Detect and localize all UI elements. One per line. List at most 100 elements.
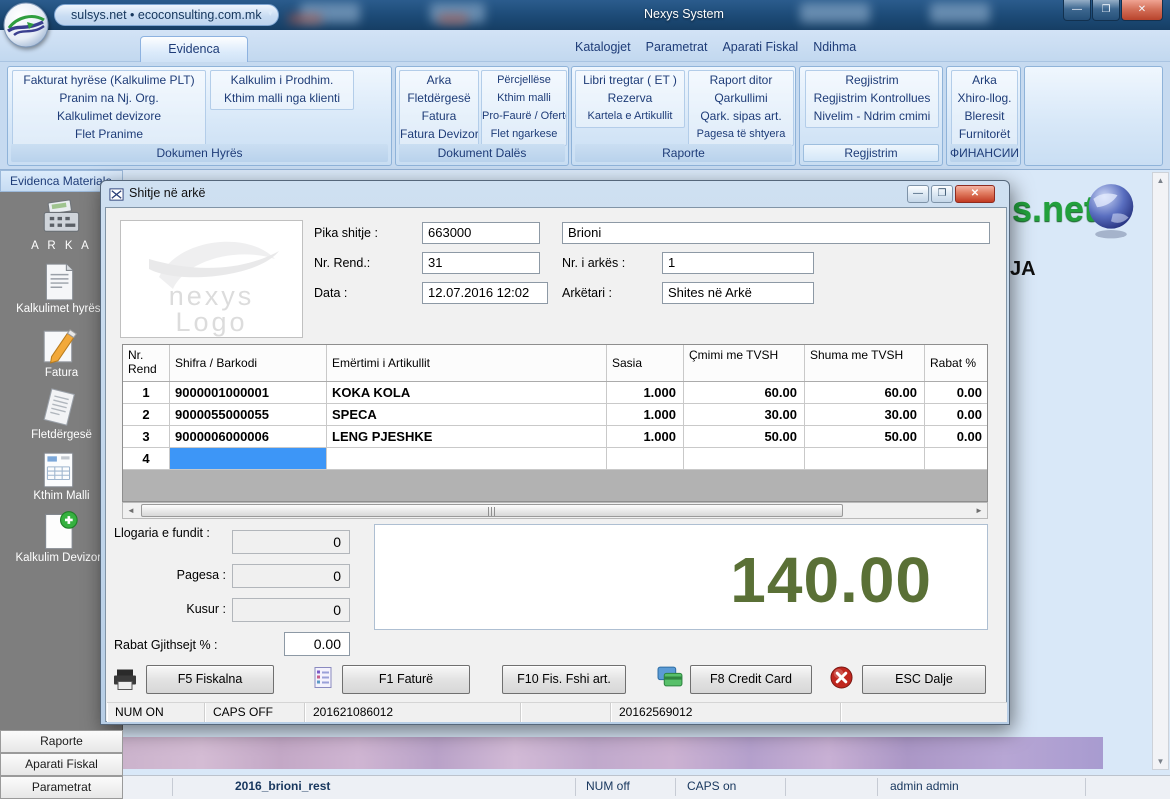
- ribbon-button-fatura-devizore[interactable]: Fatura Devizore: [400, 125, 478, 143]
- scroll-down-icon[interactable]: ▼: [1153, 754, 1168, 769]
- ribbon-button-arka[interactable]: Arka: [400, 71, 478, 89]
- ribbon-group-label[interactable]: Raporte: [575, 144, 792, 162]
- rabat-gjithsejt-input[interactable]: 0.00: [284, 632, 350, 656]
- quick-access-toolbar[interactable]: sulsys.net • ecoconsulting.com.mk: [54, 4, 279, 26]
- ribbon-button-qarkullimi[interactable]: Qarkullimi: [689, 89, 793, 107]
- cell-shifra-selected[interactable]: [170, 448, 327, 469]
- main-vertical-scrollbar[interactable]: ▲ ▼: [1152, 172, 1169, 770]
- credit-card-icon[interactable]: [657, 665, 684, 693]
- ribbon-button-arka-fin[interactable]: Arka: [952, 71, 1017, 89]
- status-empty: [521, 703, 611, 722]
- ribbon-button-furnitoret[interactable]: Furnitorët: [952, 125, 1017, 143]
- pika-shitje-name-input[interactable]: Brioni: [562, 222, 990, 244]
- dialog-maximize-button[interactable]: ❐: [931, 185, 953, 203]
- col-header-emertimi[interactable]: Emërtimi i Artikullit: [327, 345, 607, 381]
- ribbon-button-nivelim-ndrim-cmimi[interactable]: Nivelim - Ndrim cmimi: [806, 107, 938, 125]
- table-row[interactable]: 3 9000006000006 LENG PJESHKE 1.000 50.00…: [123, 426, 987, 448]
- page-plus-icon[interactable]: [39, 510, 85, 550]
- ribbon-button-regjistrim-kontrollues[interactable]: Regjistrim Kontrollues: [806, 89, 938, 107]
- close-button[interactable]: ✕: [1121, 0, 1163, 21]
- ribbon-button-fakturat-hyrese[interactable]: Fakturat hyrëse (Kalkulime PLT): [13, 71, 205, 89]
- col-header-nr-rend[interactable]: Nr. Rend: [123, 345, 170, 381]
- ribbon-button-rezerva[interactable]: Rezerva: [576, 89, 684, 107]
- data-label: Data :: [314, 286, 347, 300]
- ribbon-button-raport-ditor[interactable]: Raport ditor: [689, 71, 793, 89]
- menu-parametrat[interactable]: Parametrat: [646, 36, 708, 58]
- ribbon-button-fletdergese[interactable]: Fletdërgesë: [400, 89, 478, 107]
- dialog-minimize-button[interactable]: —: [907, 185, 929, 203]
- nr-arkes-input[interactable]: 1: [662, 252, 814, 274]
- col-header-rabat[interactable]: Rabat %: [925, 345, 987, 381]
- quick-access-dropdown-icon[interactable]: ▾: [268, 8, 273, 19]
- ribbon-button-bleresit[interactable]: Bleresit: [952, 107, 1017, 125]
- table-horizontal-scrollbar[interactable]: ◄ ►: [122, 502, 988, 519]
- menu-aparati-fiskal[interactable]: Aparati Fiskal: [722, 36, 798, 58]
- ribbon-button-fatura[interactable]: Fatura: [400, 107, 478, 125]
- cell-shuma: 30.00: [805, 404, 925, 425]
- esc-dalje-button[interactable]: ESC Dalje: [862, 665, 986, 694]
- ribbon-button-kthim-malli-klienti[interactable]: Kthim malli nga klienti: [211, 89, 353, 107]
- menu-katalogjet[interactable]: Katalogjet: [575, 36, 631, 58]
- f8-credit-card-button[interactable]: F8 Credit Card: [690, 665, 812, 694]
- col-header-sasia[interactable]: Sasia: [607, 345, 684, 381]
- cell-sasia: [607, 448, 684, 469]
- data-input[interactable]: 12.07.2016 12:02: [422, 282, 548, 304]
- table-row[interactable]: 2 9000055000055 SPECA 1.000 30.00 30.00 …: [123, 404, 987, 426]
- nr-rend-input[interactable]: 31: [422, 252, 540, 274]
- col-header-shifra[interactable]: Shifra / Barkodi: [170, 345, 327, 381]
- minimize-button[interactable]: —: [1063, 0, 1091, 21]
- printer-icon[interactable]: [112, 668, 138, 696]
- tab-evidenca-materiale[interactable]: Evidenca materiale: [140, 36, 248, 62]
- f10-fis-fshi-art-button[interactable]: F10 Fis. Fshi art.: [502, 665, 626, 694]
- cash-register-icon[interactable]: [39, 198, 85, 238]
- ribbon-button-pro-faure-oferte[interactable]: Pro-Faurë / Ofertë: [482, 107, 566, 125]
- ribbon-button-regjistrim[interactable]: Regjistrim: [806, 71, 938, 89]
- ribbon-button-libri-tregtar[interactable]: Libri tregtar ( ET ): [576, 71, 684, 89]
- ribbon-button-kalkulim-prodhim[interactable]: Kalkulim i Prodhim.: [211, 71, 353, 89]
- note-sheet-icon[interactable]: [39, 388, 85, 428]
- sidebar-nav-aparati-fiskal[interactable]: Aparati Fiskal: [0, 753, 123, 776]
- ribbon-button-percjellese[interactable]: Përcjellëse: [482, 71, 566, 89]
- sidebar-nav-parametrat[interactable]: Parametrat: [0, 776, 123, 799]
- table-row[interactable]: 1 9000001000001 KOKA KOLA 1.000 60.00 60…: [123, 382, 987, 404]
- form-icon[interactable]: [39, 450, 85, 490]
- arketari-input[interactable]: Shites në Arkë: [662, 282, 814, 304]
- ribbon-button-kartela-artikullit[interactable]: Kartela e Artikullit: [576, 107, 684, 125]
- scrollbar-thumb[interactable]: [141, 504, 843, 517]
- scrollbar-grip: [488, 507, 497, 516]
- scroll-left-icon[interactable]: ◄: [123, 506, 139, 515]
- ribbon-group-label[interactable]: Regjistrim: [803, 144, 939, 162]
- dialog-close-button[interactable]: ✕: [955, 185, 995, 203]
- dialog-statusbar: NUM ON CAPS OFF 201621086012 20162569012: [107, 702, 1007, 722]
- ribbon-button-pagesa-te-shtyera[interactable]: Pagesa të shtyera: [689, 125, 793, 143]
- ribbon-button-kthim-malli[interactable]: Kthim malli: [482, 89, 566, 107]
- f1-fature-button[interactable]: F1 Faturë: [342, 665, 470, 694]
- ribbon-button-flet-ngarkese[interactable]: Flet ngarkese: [482, 125, 566, 143]
- notes-icon[interactable]: [313, 666, 333, 694]
- ribbon-button-qark-sipas-art[interactable]: Qark. sipas art.: [689, 107, 793, 125]
- scroll-up-icon[interactable]: ▲: [1153, 173, 1168, 188]
- table-row-active[interactable]: 4: [123, 448, 987, 470]
- ribbon-group-label[interactable]: Dokument Dalës: [399, 144, 565, 162]
- cancel-icon[interactable]: [830, 666, 853, 694]
- sidebar-nav-raporte[interactable]: Raporte: [0, 730, 123, 753]
- ribbon-button-kalkulimet-devizore[interactable]: Kalkulimet devizore: [13, 107, 205, 125]
- scroll-right-icon[interactable]: ►: [971, 506, 987, 515]
- ribbon-button-flet-pranime[interactable]: Flet Pranime: [13, 125, 205, 143]
- ribbon-button-xhiro-llog[interactable]: Xhiro-llog.: [952, 89, 1017, 107]
- ribbon-group-label[interactable]: Dokumen Hyrës: [11, 144, 388, 162]
- app-menu-orb[interactable]: [2, 1, 50, 49]
- document-icon[interactable]: [39, 262, 85, 302]
- maximize-button[interactable]: ❐: [1092, 0, 1120, 21]
- ribbon-button-pranim-nj-org[interactable]: Pranim na Nj. Org.: [13, 89, 205, 107]
- cell-emertimi: SPECA: [327, 404, 607, 425]
- menu-ndihma[interactable]: Ndihma: [813, 36, 856, 58]
- statusbar-database: 2016_brioni_rest: [235, 779, 330, 793]
- pencil-icon[interactable]: [39, 326, 85, 366]
- pika-shitje-input[interactable]: 663000: [422, 222, 540, 244]
- f5-fiskalna-button[interactable]: F5 Fiskalna: [146, 665, 274, 694]
- cell-rabat: [925, 448, 987, 469]
- col-header-shuma[interactable]: Shuma me TVSH: [805, 345, 925, 381]
- ribbon-group-label[interactable]: ФИНАНСИИ: [950, 144, 1017, 162]
- col-header-cmimi[interactable]: Çmimi me TVSH: [684, 345, 805, 381]
